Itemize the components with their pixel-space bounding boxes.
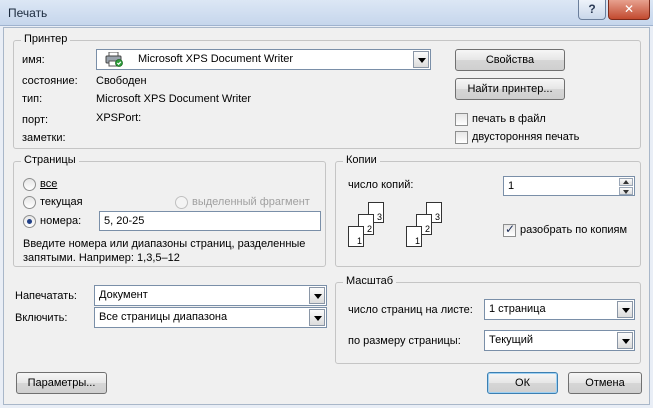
copies-count-label: число копий: [348,179,414,191]
scale-value: Текущий [489,334,533,346]
pages-selection-label: выделенный фрагмент [192,196,310,208]
include-select[interactable]: Все страницы диапазона [94,307,327,328]
window-title: Печать [8,6,48,20]
printer-name-value: Microsoft XPS Document Writer [138,53,294,65]
print-to-file-checkbox[interactable] [455,113,468,126]
pages-group-label: Страницы [21,154,79,166]
chevron-down-icon[interactable] [309,287,325,304]
print-what-value: Документ [99,289,148,301]
pages-per-sheet-value: 1 страница [489,303,546,315]
pages-current-radio[interactable] [23,196,36,209]
help-button[interactable]: ? [578,0,606,20]
printer-port-label: порт: [22,114,49,126]
pages-per-sheet-select[interactable]: 1 страница [484,299,635,320]
spin-down-icon[interactable] [619,187,633,195]
printer-type-label: тип: [22,93,43,105]
print-what-select[interactable]: Документ [94,285,327,306]
pages-per-sheet-label: число страниц на листе: [348,304,473,316]
title-bar: Печать ? ✕ [0,0,653,26]
pages-range-radio[interactable] [23,215,36,228]
scale-label: по размеру страницы: [348,335,461,347]
zoom-group: Масштаб число страниц на листе: 1 страни… [335,275,641,364]
spin-up-icon[interactable] [619,178,633,186]
pages-selection-radio [175,196,188,209]
chevron-down-icon[interactable] [617,332,633,349]
cancel-button[interactable]: Отмена [568,372,642,394]
ok-button[interactable]: ОК [487,372,558,394]
close-button[interactable]: ✕ [608,0,650,20]
printer-port-value: XPSPort: [96,112,142,124]
options-button[interactable]: Параметры... [16,372,107,394]
scale-select[interactable]: Текущий [484,330,635,351]
copies-count-value: 1 [508,180,515,192]
copies-count-spinner[interactable]: 1 [503,176,635,196]
pages-all-label[interactable]: все [40,178,57,190]
print-what-label: Напечатать: [15,290,77,302]
printer-group-label: Принтер [21,33,71,45]
pages-current-label[interactable]: текущая [40,196,83,208]
printer-name-label: имя: [22,54,45,66]
printer-status-label: состояние: [22,75,78,87]
pages-hint-line2: запятыми. Например: 1,3,5–12 [23,252,180,264]
collate-checkbox[interactable] [503,222,516,237]
printer-type-value: Microsoft XPS Document Writer [96,93,252,105]
duplex-checkbox[interactable] [455,131,468,144]
collate-label[interactable]: разобрать по копиям [520,224,627,236]
printer-name-select[interactable]: Microsoft XPS Document Writer [96,49,431,70]
collate-page-1a: 1 [348,226,364,247]
include-label: Включить: [15,312,68,324]
print-to-file-label[interactable]: печать в файл [472,113,546,125]
collate-icon: 3 2 1 3 2 1 [348,202,448,262]
printer-icon [105,52,123,67]
pages-range-value: 5, 20-25 [104,215,145,227]
include-value: Все страницы диапазона [99,311,228,323]
copies-group-label: Копии [343,154,380,166]
copies-group: Копии число копий: 1 3 2 1 3 2 1 разобра… [335,154,641,267]
duplex-label[interactable]: двусторонняя печать [472,131,579,143]
pages-range-label[interactable]: номера: [40,215,81,227]
find-printer-button[interactable]: Найти принтер... [455,78,565,100]
pages-hint-line1: Введите номера или диапазоны страниц, ра… [23,238,306,250]
printer-notes-label: заметки: [22,132,66,144]
pages-all-radio[interactable] [23,178,36,191]
printer-status-value: Свободен [96,75,147,87]
pages-group: Страницы все текущая выделенный фрагмент… [13,154,326,267]
properties-button[interactable]: Свойства [455,49,565,71]
collate-page-1b: 1 [406,226,422,247]
zoom-group-label: Масштаб [343,275,397,287]
chevron-down-icon[interactable] [309,309,325,326]
chevron-down-icon[interactable] [413,51,429,68]
dialog-body: Принтер имя: Microsoft XPS Document Writ… [3,27,650,405]
printer-group: Принтер имя: Microsoft XPS Document Writ… [13,33,641,149]
chevron-down-icon[interactable] [617,301,633,318]
pages-range-input[interactable]: 5, 20-25 [99,211,321,231]
